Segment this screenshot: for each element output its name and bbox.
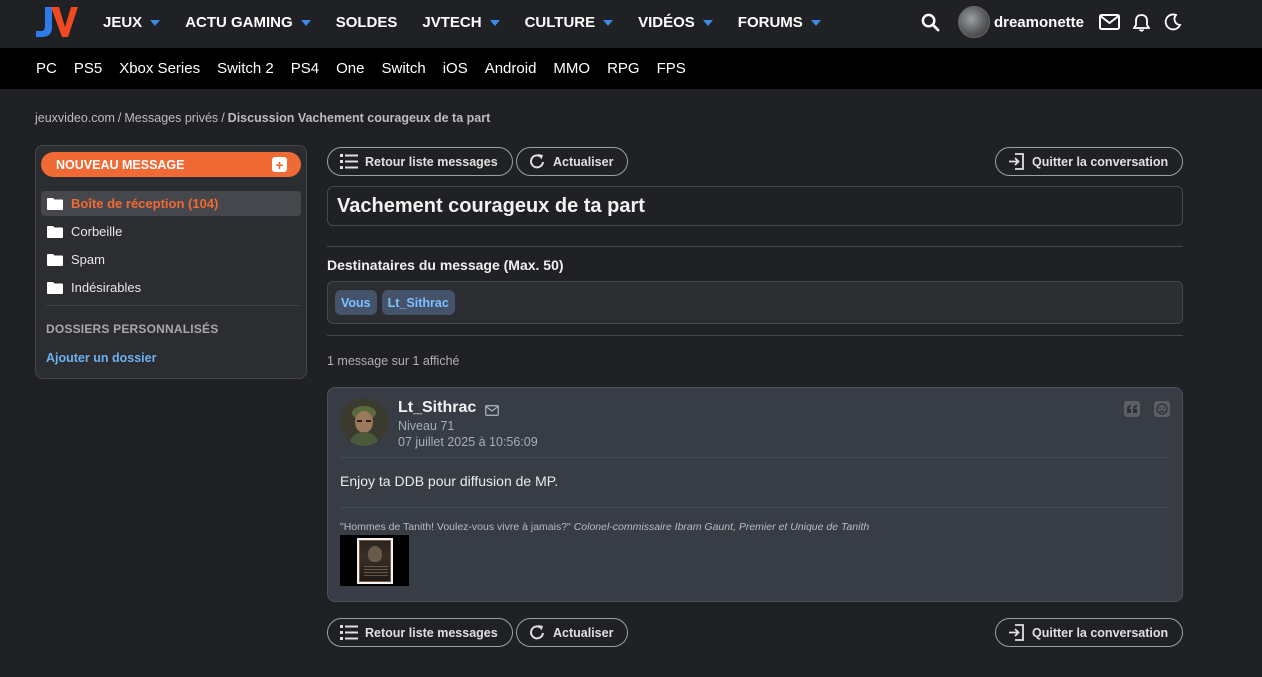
recipient-chip[interactable]: Vous (335, 290, 377, 315)
folder-icon (47, 197, 63, 210)
breadcrumb: jeuxvideo.com / Messages privés / Discussion… (35, 111, 491, 125)
platform-link-ps4[interactable]: PS4 (291, 60, 319, 77)
custom-folders-heading: DOSSIERS PERSONNALISÉS (46, 322, 219, 336)
sidebar: NOUVEAU MESSAGE + Boîte de réception (10… (35, 145, 307, 379)
message-count: 1 message sur 1 affiché (327, 354, 460, 368)
message-date: 07 juillet 2025 à 10:56:09 (398, 435, 538, 449)
breadcrumb-home[interactable]: jeuxvideo.com (35, 111, 115, 125)
sidebar-folder-1[interactable]: Corbeille (41, 219, 301, 244)
author-avatar[interactable] (340, 398, 388, 446)
report-icon[interactable] (1154, 401, 1170, 417)
recipients-label: Destinataires du message (Max. 50) (327, 257, 564, 273)
message-body: Enjoy ta DDB pour diffusion de MP. (340, 473, 559, 489)
username[interactable]: dreamonette (994, 14, 1084, 31)
platform-link-pc[interactable]: PC (36, 60, 57, 77)
quote-icon[interactable] (1124, 401, 1140, 417)
platform-link-android[interactable]: Android (485, 60, 537, 77)
back-to-list-button[interactable]: Retour liste messages (327, 147, 513, 176)
message-author[interactable]: Lt_Sithrac (398, 399, 476, 417)
message-divider (340, 457, 1170, 458)
recipient-chip[interactable]: Lt_Sithrac (381, 290, 455, 315)
divider (327, 246, 1183, 247)
platform-link-rpg[interactable]: RPG (607, 60, 640, 77)
chevron-down-icon (702, 20, 713, 26)
main-menu: JEUX ACTU GAMING SOLDES JVTECH CULTURE VIDÉOS… (103, 0, 846, 44)
refresh-icon (530, 625, 544, 640)
leave-conversation-button-bottom[interactable]: Quitter la conversation (995, 618, 1184, 647)
divider (327, 335, 1183, 336)
search-icon[interactable] (920, 11, 942, 33)
list-icon (340, 625, 358, 640)
breadcrumb-messages[interactable]: Messages privés (124, 111, 218, 125)
sidebar-folder-0[interactable]: Boîte de réception (104) (41, 191, 301, 216)
message-card: Lt_Sithrac Niveau 71 07 juillet 2025 à 1… (327, 387, 1183, 602)
platform-bar: PC PS5 Xbox Series Switch 2 PS4 One Switch iOS A… (0, 48, 1262, 89)
leave-conversation-button[interactable]: Quitter la conversation (995, 147, 1184, 176)
nav-item-soldes[interactable]: SOLDES (336, 14, 398, 31)
nav-item-forums[interactable]: FORUMS (738, 14, 821, 31)
list-icon (340, 154, 358, 169)
signature-text: "Hommes de Tanith! Voulez-vous vivre à j… (340, 521, 870, 533)
platform-link-switch-2[interactable]: Switch 2 (217, 60, 274, 77)
conversation-subject: Vachement courageux de ta part (327, 186, 1183, 226)
refresh-button[interactable]: Actualiser (516, 147, 629, 176)
chevron-down-icon (300, 20, 311, 26)
folder-icon (47, 225, 63, 238)
user-avatar[interactable] (957, 6, 990, 38)
chevron-down-icon (810, 20, 821, 26)
jv-logo[interactable] (34, 5, 78, 39)
nav-item-actu-gaming[interactable]: ACTU GAMING (185, 14, 311, 31)
plus-icon: + (272, 157, 287, 172)
refresh-icon (530, 154, 544, 169)
signature-image (340, 535, 409, 586)
bell-icon[interactable] (1130, 11, 1152, 33)
platform-link-ios[interactable]: iOS (443, 60, 468, 77)
chevron-down-icon (489, 20, 500, 26)
nav-item-jeux[interactable]: JEUX (103, 14, 161, 31)
folder-icon (47, 281, 63, 294)
folder-icon (47, 253, 63, 266)
platform-link-ps5[interactable]: PS5 (74, 60, 102, 77)
send-mp-icon[interactable] (485, 403, 499, 421)
author-level: Niveau 71 (398, 419, 455, 433)
exit-icon (1009, 153, 1024, 170)
user-area: dreamonette (920, 0, 1184, 44)
moon-icon[interactable] (1162, 11, 1184, 33)
platform-link-switch[interactable]: Switch (382, 60, 426, 77)
add-folder-link[interactable]: Ajouter un dossier (46, 351, 156, 365)
sidebar-folder-3[interactable]: Indésirables (41, 275, 301, 300)
nav-item-culture[interactable]: CULTURE (525, 14, 614, 31)
exit-icon (1009, 624, 1024, 641)
top-navigation: JEUX ACTU GAMING SOLDES JVTECH CULTURE VIDÉOS… (0, 0, 1262, 48)
recipients-box: Vous Lt_Sithrac (327, 281, 1183, 324)
signature-card-image (356, 537, 393, 584)
sidebar-folder-2[interactable]: Spam (41, 247, 301, 272)
refresh-button-bottom[interactable]: Actualiser (516, 618, 629, 647)
nav-item-vid-os[interactable]: VIDÉOS (638, 14, 713, 31)
signature-divider (340, 507, 1170, 508)
breadcrumb-current: Discussion Vachement courageux de ta par… (227, 111, 491, 125)
back-to-list-button-bottom[interactable]: Retour liste messages (327, 618, 513, 647)
platform-link-one[interactable]: One (336, 60, 364, 77)
platform-link-mmo[interactable]: MMO (553, 60, 590, 77)
new-message-button[interactable]: NOUVEAU MESSAGE + (41, 152, 301, 177)
platform-link-fps[interactable]: FPS (657, 60, 686, 77)
nav-item-jvtech[interactable]: JVTECH (422, 14, 500, 31)
chevron-down-icon (603, 20, 614, 26)
mail-icon[interactable] (1098, 11, 1120, 33)
sidebar-divider (46, 305, 300, 306)
platform-link-xbox-series[interactable]: Xbox Series (119, 60, 200, 77)
chevron-down-icon (150, 20, 161, 26)
